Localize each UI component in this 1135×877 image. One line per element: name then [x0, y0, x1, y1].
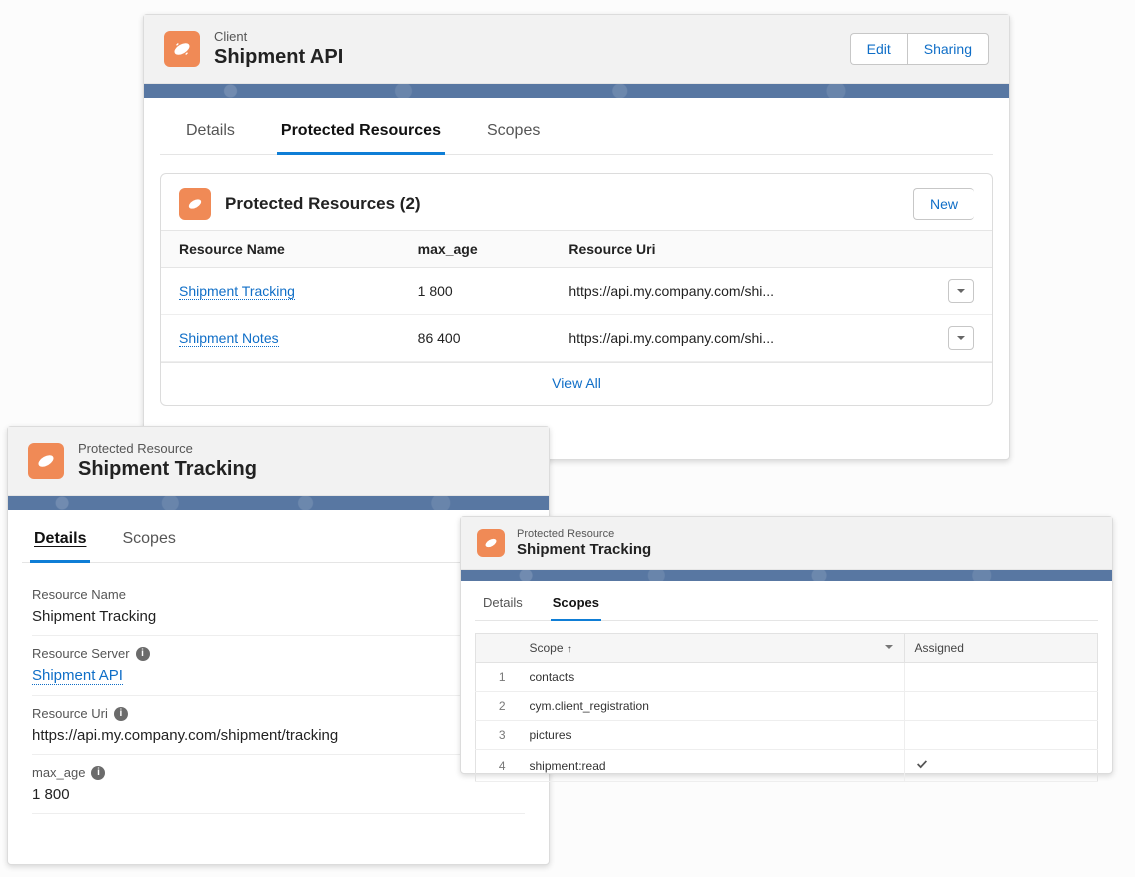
resource-supertitle: Protected Resource [78, 441, 257, 456]
col-max-age[interactable]: max_age [400, 231, 551, 268]
col-scope-label: Scope [530, 641, 564, 655]
cell-max-age: 1 800 [400, 268, 551, 315]
field-value: https://api.my.company.com/shipment/trac… [32, 727, 525, 744]
edit-button[interactable]: Edit [850, 33, 907, 65]
table-row: 4 shipment:read [476, 750, 1098, 782]
check-icon [915, 760, 929, 774]
table-row: 1 contacts [476, 663, 1098, 692]
table-row: 2 cym.client_registration [476, 692, 1098, 721]
chevron-down-icon [956, 333, 966, 343]
cell-assigned [904, 692, 1097, 721]
field-resource-server: Resource Server i Shipment API [32, 636, 525, 696]
client-tabs: Details Protected Resources Scopes [160, 112, 993, 155]
row-index: 3 [476, 721, 520, 750]
tab-details[interactable]: Details [30, 520, 90, 563]
client-header: Client Shipment API Edit Sharing [144, 15, 1009, 84]
cell-scope: cym.client_registration [520, 692, 905, 721]
field-value: Shipment Tracking [32, 608, 525, 625]
protected-resources-table: Resource Name max_age Resource Uri Shipm… [161, 230, 992, 362]
decorative-ribbon [461, 570, 1112, 581]
tab-details[interactable]: Details [182, 112, 239, 155]
field-resource-uri: Resource Uri i https://api.my.company.co… [32, 696, 525, 755]
scopes-tabs: Details Scopes [475, 587, 1098, 621]
field-label: Resource Uri [32, 706, 108, 721]
cell-assigned [904, 721, 1097, 750]
sort-asc-icon: ↑ [567, 644, 572, 655]
cell-assigned [904, 663, 1097, 692]
table-row: Shipment Notes 86 400 https://api.my.com… [161, 315, 992, 362]
field-value: 1 800 [32, 786, 525, 803]
protected-resources-heading: Protected Resources (2) [225, 194, 421, 214]
new-button[interactable]: New [913, 188, 974, 220]
row-index: 1 [476, 663, 520, 692]
client-icon [164, 31, 200, 67]
info-icon[interactable]: i [91, 766, 105, 780]
field-value-link[interactable]: Shipment API [32, 667, 123, 685]
tab-details[interactable]: Details [481, 587, 525, 621]
protected-resources-panel: Protected Resources (2) New Resource Nam… [160, 173, 993, 406]
resource-header-text: Protected Resource Shipment Tracking [78, 441, 257, 481]
client-card: Client Shipment API Edit Sharing Details… [143, 14, 1010, 460]
protected-resources-header: Protected Resources (2) New [161, 174, 992, 230]
field-label: Resource Name [32, 587, 525, 602]
row-menu-button[interactable] [948, 326, 974, 350]
cell-scope: contacts [520, 663, 905, 692]
client-title: Shipment API [214, 46, 343, 69]
resource-tabs: Details Scopes [22, 520, 535, 563]
cell-max-age: 86 400 [400, 315, 551, 362]
scopes-table: Scope ↑ Assigned 1 contacts 2 cym.client… [475, 633, 1098, 782]
sharing-button[interactable]: Sharing [907, 33, 989, 65]
tab-scopes[interactable]: Scopes [551, 587, 601, 621]
field-label: Resource Server [32, 646, 130, 661]
row-index: 4 [476, 750, 520, 782]
resource-link[interactable]: Shipment Notes [179, 330, 279, 347]
tab-scopes[interactable]: Scopes [483, 112, 544, 155]
col-scope[interactable]: Scope ↑ [520, 634, 905, 663]
scopes-supertitle: Protected Resource [517, 528, 651, 540]
cell-uri: https://api.my.company.com/shi... [550, 268, 930, 315]
cell-assigned [904, 750, 1097, 782]
tab-protected-resources[interactable]: Protected Resources [277, 112, 445, 155]
tab-scopes[interactable]: Scopes [118, 520, 179, 563]
col-resource-uri[interactable]: Resource Uri [550, 231, 930, 268]
resource-scopes-card: Protected Resource Shipment Tracking Det… [460, 516, 1113, 774]
resource-link[interactable]: Shipment Tracking [179, 283, 295, 300]
client-supertitle: Client [214, 29, 343, 44]
chevron-down-icon [884, 642, 894, 652]
chevron-down-icon [956, 286, 966, 296]
decorative-ribbon [144, 84, 1009, 98]
view-all-link[interactable]: View All [552, 375, 601, 391]
cell-scope: pictures [520, 721, 905, 750]
col-assigned[interactable]: Assigned [904, 634, 1097, 663]
table-row: 3 pictures [476, 721, 1098, 750]
cell-scope: shipment:read [520, 750, 905, 782]
info-icon[interactable]: i [114, 707, 128, 721]
scopes-header-text: Protected Resource Shipment Tracking [517, 528, 651, 558]
row-index: 2 [476, 692, 520, 721]
col-index [476, 634, 520, 663]
col-resource-name[interactable]: Resource Name [161, 231, 400, 268]
protected-resources-icon [179, 188, 211, 220]
scopes-title: Shipment Tracking [517, 541, 651, 558]
client-header-text: Client Shipment API [214, 29, 343, 69]
field-resource-name: Resource Name Shipment Tracking [32, 577, 525, 636]
field-max-age: max_age i 1 800 [32, 755, 525, 814]
resource-icon [477, 529, 505, 557]
row-menu-button[interactable] [948, 279, 974, 303]
scopes-header: Protected Resource Shipment Tracking [461, 517, 1112, 570]
resource-icon [28, 443, 64, 479]
column-menu-button[interactable] [884, 641, 894, 655]
info-icon[interactable]: i [136, 647, 150, 661]
decorative-ribbon [8, 496, 549, 510]
cell-uri: https://api.my.company.com/shi... [550, 315, 930, 362]
view-all-footer: View All [161, 362, 992, 405]
resource-title: Shipment Tracking [78, 458, 257, 481]
field-label: max_age [32, 765, 85, 780]
table-row: Shipment Tracking 1 800 https://api.my.c… [161, 268, 992, 315]
client-actions: Edit Sharing [850, 33, 989, 65]
resource-details-header: Protected Resource Shipment Tracking [8, 427, 549, 496]
